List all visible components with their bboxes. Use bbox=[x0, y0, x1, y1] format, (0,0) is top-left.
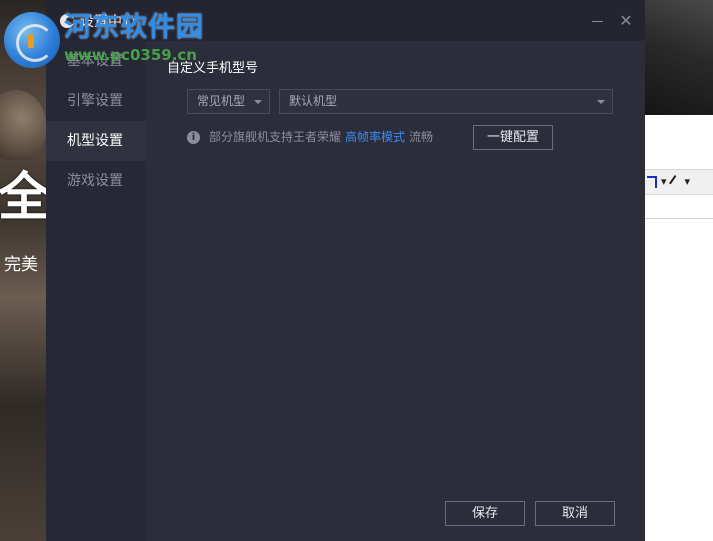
dropdown-arrow-icon: ▾ bbox=[684, 175, 691, 188]
divider bbox=[645, 218, 713, 219]
info-text-prefix: 部分旗舰机支持王者荣耀 bbox=[209, 130, 342, 144]
one-key-config-button[interactable]: 一键配置 bbox=[473, 125, 553, 150]
info-text-suffix: 流畅 bbox=[409, 130, 434, 144]
info-note: i 部分旗舰机支持王者荣耀 高帧率模式 流畅 bbox=[187, 129, 433, 145]
common-model-select-value: 常见机型 bbox=[197, 94, 246, 108]
device-model-select[interactable]: 默认机型 bbox=[279, 89, 613, 114]
high-fps-mode-link[interactable]: 高帧率模式 bbox=[345, 129, 405, 145]
settings-content: 自定义手机型号 常见机型 默认机型 i 部分旗舰机支持王者荣耀 高帧率模式 流畅… bbox=[146, 41, 645, 541]
sidebar-item-game[interactable]: 游戏设置 bbox=[46, 161, 146, 201]
character-helmet-art bbox=[0, 90, 46, 160]
device-model-select-value: 默认机型 bbox=[289, 94, 338, 108]
minimize-button[interactable] bbox=[589, 12, 605, 30]
info-icon: i bbox=[187, 130, 200, 144]
save-button[interactable]: 保存 bbox=[445, 501, 525, 526]
watermark-logo bbox=[4, 12, 60, 68]
common-model-select[interactable]: 常见机型 bbox=[187, 89, 270, 114]
close-button[interactable]: ✕ bbox=[618, 12, 634, 30]
close-icon: ✕ bbox=[619, 11, 633, 30]
background-toolbar: ▾ ▾ bbox=[645, 169, 713, 195]
background-subtitle: 完美 bbox=[4, 255, 38, 275]
settings-sidebar: 基本设置 引擎设置 机型设置 游戏设置 bbox=[46, 41, 146, 541]
settings-dialog: 设置中心 ✕ 基本设置 引擎设置 机型设置 游戏设置 自定义手机型号 常见机型 … bbox=[46, 0, 645, 541]
watermark-name: 河东软件园 bbox=[64, 12, 204, 43]
background-right-image bbox=[645, 0, 713, 115]
minimize-icon bbox=[591, 20, 603, 22]
line-color-icon bbox=[647, 176, 657, 188]
chevron-down-icon bbox=[254, 100, 262, 104]
background-game-art: 全 完美 bbox=[0, 0, 46, 541]
chevron-down-icon bbox=[597, 100, 605, 104]
dropdown-arrow-icon: ▾ bbox=[661, 175, 667, 188]
pen-icon bbox=[668, 175, 683, 189]
sidebar-item-device-model[interactable]: 机型设置 bbox=[46, 121, 146, 161]
background-title-char: 全 bbox=[0, 168, 46, 228]
cancel-button[interactable]: 取消 bbox=[535, 501, 615, 526]
watermark-url: www.pc0359.cn bbox=[64, 46, 197, 64]
sidebar-item-engine[interactable]: 引擎设置 bbox=[46, 81, 146, 121]
